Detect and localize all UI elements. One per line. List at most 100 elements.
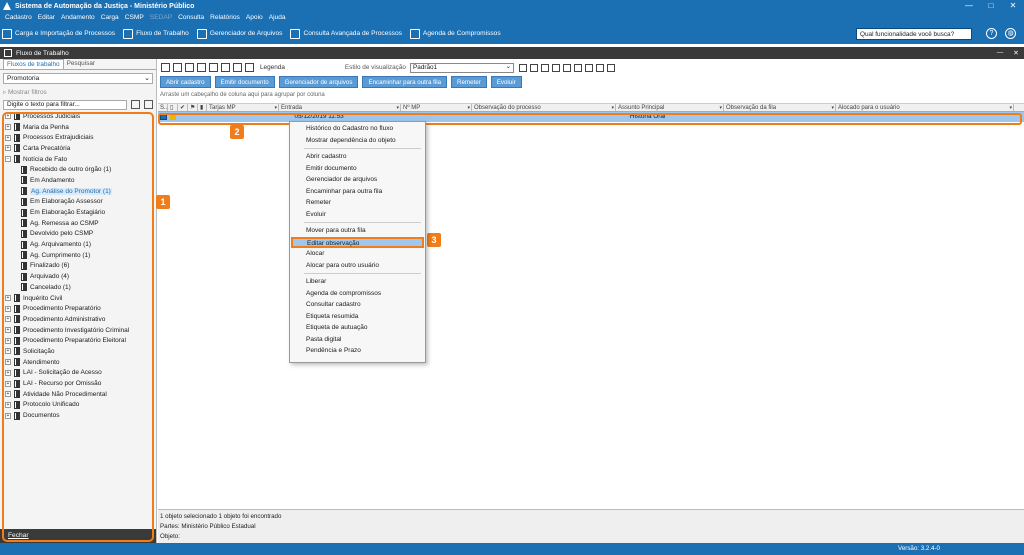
- col-header-observacao-processo[interactable]: Observação do processo ▾: [472, 104, 616, 111]
- context-menu-item[interactable]: Etiqueta de autuação: [290, 322, 425, 334]
- gerenciador-arquivos-button[interactable]: Gerenciador de arquivos: [278, 76, 359, 88]
- toolbar-gerenciador-arquivos[interactable]: Gerenciador de Arquivos: [196, 28, 283, 39]
- context-menu-item[interactable]: Mostrar dependência do objeto: [290, 135, 425, 147]
- columns-icon[interactable]: [552, 63, 560, 72]
- feature-search-input[interactable]: Qual funcionalidade você busca?: [856, 27, 972, 40]
- tab-pesquisar[interactable]: Pesquisar: [64, 59, 98, 69]
- maximize-button[interactable]: □: [980, 0, 1002, 12]
- encaminhar-outra-fila-button[interactable]: Encaminhar para outra fila: [362, 76, 448, 88]
- menu-editar[interactable]: Editar: [35, 14, 58, 21]
- context-menu-item[interactable]: Abrir cadastro: [290, 151, 425, 163]
- context-menu-item[interactable]: Pasta digital: [290, 334, 425, 346]
- export-icon[interactable]: [585, 63, 593, 72]
- abrir-cadastro-button[interactable]: Abrir cadastro: [160, 76, 211, 88]
- context-menu-item[interactable]: Etiqueta resumida: [290, 311, 425, 323]
- menu-csmp[interactable]: CSMP: [122, 14, 147, 21]
- menu-apoio[interactable]: Apoio: [243, 14, 266, 21]
- remeter-button[interactable]: Remeter: [451, 76, 487, 88]
- sidebar-highlight-frame: [2, 112, 154, 542]
- help-icon[interactable]: ?: [986, 28, 997, 39]
- save-icon[interactable]: [519, 63, 527, 72]
- col-header-n-mp[interactable]: Nº MP ▾: [401, 104, 472, 111]
- col-header-check-icon[interactable]: ✔: [178, 104, 188, 111]
- filter-icon[interactable]: [221, 63, 230, 72]
- menu-carga[interactable]: Carga: [98, 14, 122, 21]
- col-header-observacao-fila[interactable]: Observação da fila ▾: [724, 104, 836, 111]
- col-header-tarjas-mp[interactable]: Tarjas MP ▾: [207, 104, 279, 111]
- print-icon[interactable]: [607, 63, 615, 72]
- context-menu-item[interactable]: Alocar para outro usuário: [290, 260, 425, 272]
- context-menu-item[interactable]: Histórico do Cadastro no fluxo: [290, 123, 425, 135]
- menu-andamento[interactable]: Andamento: [58, 14, 98, 21]
- context-menu-item[interactable]: Evoluir: [290, 209, 425, 221]
- annotation-badge-2: 2: [230, 125, 244, 139]
- col-label: Observação da fila: [726, 105, 777, 111]
- context-menu-item[interactable]: Remeter: [290, 197, 425, 209]
- sidebar-tabs: Fluxos de trabalho Pesquisar: [0, 59, 156, 70]
- grid-toolbar: Legenda Estilo de visualização Padrão1 ⌄: [158, 62, 618, 73]
- filter-icon[interactable]: [131, 100, 140, 109]
- toolbar-label: Carga e Importação de Processos: [15, 30, 116, 37]
- toolbar-label: Fluxo de Trabalho: [136, 30, 189, 37]
- context-menu-item[interactable]: Liberar: [290, 276, 425, 288]
- toolbar-agenda[interactable]: Agenda de Compromissos: [409, 28, 501, 39]
- col-header-flag-icon[interactable]: ▯: [168, 104, 178, 111]
- grid-icon[interactable]: [530, 63, 538, 72]
- subwindow-close-button[interactable]: ✕: [1008, 49, 1024, 57]
- legend-label[interactable]: Legenda: [260, 64, 285, 71]
- col-header-doc-icon[interactable]: ▮: [198, 104, 207, 111]
- show-filters-label: Mostrar filtros: [7, 89, 47, 96]
- flag-icon[interactable]: [233, 63, 242, 72]
- context-menu-item[interactable]: Emitir documento: [290, 163, 425, 175]
- report-icon[interactable]: [574, 63, 582, 72]
- row-context-menu: Histórico do Cadastro no fluxo Mostrar de…: [289, 121, 426, 363]
- menu-separator: [304, 148, 421, 149]
- col-header-priority-icon[interactable]: ⚑: [188, 104, 198, 111]
- toolbar-label: Gerenciador de Arquivos: [209, 30, 283, 37]
- context-menu-item[interactable]: Alocar: [290, 248, 425, 260]
- col-header-entrada[interactable]: Entrada ▾: [279, 104, 401, 111]
- context-menu-item[interactable]: Agenda de compromissos: [290, 288, 425, 300]
- minimize-button[interactable]: —: [958, 0, 980, 12]
- evoluir-button[interactable]: Evoluir: [490, 76, 522, 88]
- context-menu-item[interactable]: Editar observação: [291, 236, 424, 248]
- list-icon[interactable]: [563, 63, 571, 72]
- expand-icon[interactable]: [197, 63, 206, 72]
- show-filters-toggle[interactable]: ▹ Mostrar filtros: [3, 88, 153, 97]
- refresh-icon[interactable]: [173, 63, 182, 72]
- context-menu-item[interactable]: Mover para outra fila: [290, 225, 425, 237]
- refresh-icon[interactable]: [144, 100, 153, 109]
- context-menu-item[interactable]: Consultar cadastro: [290, 299, 425, 311]
- config-icon[interactable]: [209, 63, 218, 72]
- new-icon[interactable]: [161, 63, 170, 72]
- col-header-alocado-usuario[interactable]: Alocado para o usuário ▾: [836, 104, 1014, 111]
- toolbar-carga-importacao[interactable]: Carga e Importação de Processos: [2, 28, 116, 39]
- user-icon[interactable]: ◍: [1005, 28, 1016, 39]
- context-menu-item[interactable]: Gerenciador de arquivos: [290, 174, 425, 186]
- menu-relatorios[interactable]: Relatórios: [207, 14, 243, 21]
- col-header-assunto-principal[interactable]: Assunto Principal ▾: [616, 104, 724, 111]
- tab-fluxos-trabalho[interactable]: Fluxos de trabalho: [3, 59, 64, 69]
- emitir-documento-button[interactable]: Emitir documento: [214, 76, 275, 88]
- subwindow-minimize-button[interactable]: —: [992, 49, 1008, 57]
- context-menu-item[interactable]: Encaminhar para outra fila: [290, 186, 425, 198]
- toolbar-consulta-avancada[interactable]: Consulta Avançada de Processos: [290, 28, 402, 39]
- tree-filter-input[interactable]: Digite o texto para filtrar...: [3, 99, 127, 110]
- toolbar-fluxo-trabalho[interactable]: Fluxo de Trabalho: [123, 28, 189, 39]
- close-window-button[interactable]: ✕: [1002, 0, 1024, 12]
- table-icon[interactable]: [541, 63, 549, 72]
- col-label: Assunto Principal: [618, 105, 665, 111]
- view-style-select[interactable]: Padrão1 ⌄: [410, 62, 514, 73]
- row-highlight-frame: [158, 113, 1022, 125]
- copy-icon[interactable]: [185, 63, 194, 72]
- menu-sedap: SEDAP: [149, 14, 173, 21]
- context-menu-item[interactable]: Pendência e Prazo: [290, 345, 425, 357]
- objeto-status: Objeto:: [160, 533, 180, 540]
- menu-cadastro[interactable]: Cadastro: [2, 14, 35, 21]
- menu-separator: [304, 222, 421, 223]
- image-icon[interactable]: [596, 63, 604, 72]
- menu-ajuda[interactable]: Ajuda: [266, 14, 289, 21]
- col-header-s[interactable]: S...: [158, 104, 168, 111]
- menu-consulta[interactable]: Consulta: [175, 14, 207, 21]
- promotoria-select[interactable]: Promotoria ⌄: [3, 73, 153, 84]
